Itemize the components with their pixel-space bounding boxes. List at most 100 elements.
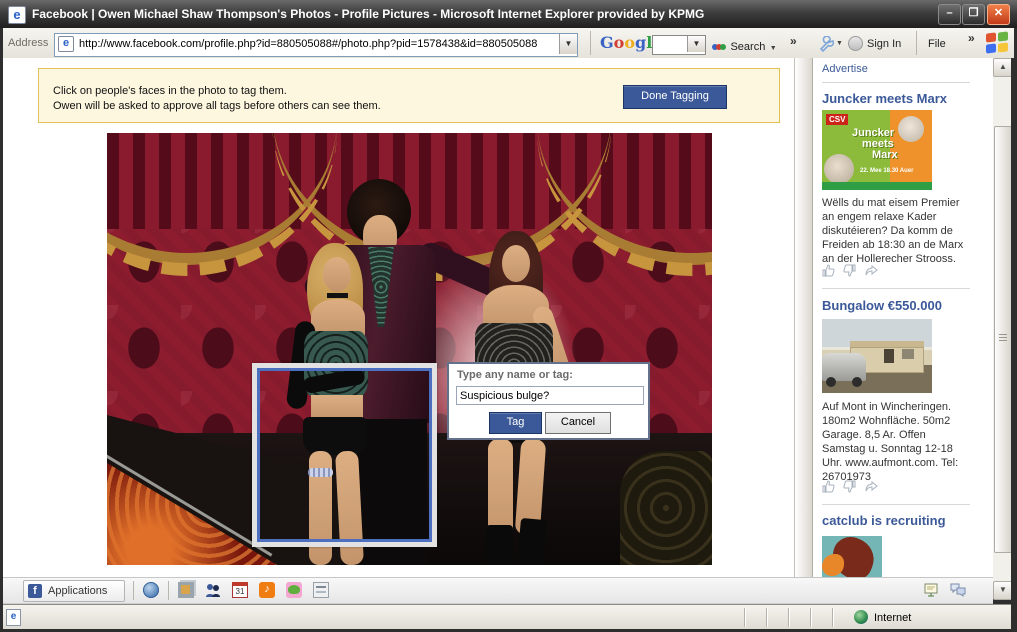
- close-button[interactable]: ✕: [987, 4, 1010, 25]
- address-dropdown-icon[interactable]: ▼: [559, 34, 577, 54]
- window-border: [1011, 58, 1014, 629]
- thumb-up-icon: [822, 480, 835, 493]
- facebook-logo-icon: f: [28, 584, 42, 598]
- events-calendar-icon[interactable]: 31: [232, 582, 248, 598]
- address-label: Address: [8, 37, 48, 49]
- sidebar-divider: [822, 82, 970, 83]
- advertise-link[interactable]: Advertise: [822, 63, 868, 75]
- chat-icon[interactable]: [949, 582, 965, 598]
- ie-logo-icon: e: [8, 6, 26, 24]
- status-separator: [744, 608, 746, 627]
- applications-label: Applications: [48, 585, 107, 597]
- menu-overflow-chevron[interactable]: »: [968, 31, 975, 45]
- google-letter: o: [624, 33, 635, 52]
- google-letter: o: [614, 33, 625, 52]
- title-bar: e Facebook | Owen Michael Shaw Thompson'…: [0, 0, 1017, 28]
- bookmarks-globe-icon[interactable]: [143, 582, 159, 598]
- photos-app-icon[interactable]: [178, 582, 194, 598]
- ad-title-juncker[interactable]: Juncker meets Marx: [822, 91, 947, 106]
- status-separator: [766, 608, 768, 627]
- window-border: [0, 28, 3, 632]
- ad-title-bungalow[interactable]: Bungalow €550.000: [822, 298, 942, 313]
- house-door: [884, 349, 894, 363]
- ad-image-catclub[interactable]: [822, 536, 882, 577]
- status-separator: [810, 608, 812, 627]
- whiteboard-app-icon[interactable]: [923, 582, 939, 598]
- right-woman-boot: [517, 518, 547, 565]
- document-icon: e: [6, 609, 21, 626]
- juncker-face: [824, 154, 854, 184]
- thumb-down-icon: [843, 480, 856, 493]
- scroll-down-button[interactable]: ▼: [993, 581, 1013, 600]
- address-input[interactable]: [77, 37, 557, 51]
- tag-button[interactable]: Tag: [489, 412, 542, 434]
- sidebar-divider: [822, 504, 970, 505]
- search-label: Search: [730, 41, 765, 53]
- notes-app-icon[interactable]: [313, 582, 329, 598]
- csv-logo: CSV: [826, 114, 848, 125]
- file-menu[interactable]: File: [928, 38, 946, 50]
- appbar-separator: [168, 581, 169, 600]
- toolbar-separator: [590, 31, 591, 55]
- internet-zone-label: Internet: [874, 612, 911, 624]
- left-woman-choker: [327, 293, 348, 298]
- tag-name-input[interactable]: [456, 386, 644, 405]
- done-tagging-button[interactable]: Done Tagging: [623, 85, 727, 109]
- tag-popup-label: Type any name or tag:: [457, 369, 573, 381]
- ad-image-bungalow[interactable]: [822, 319, 932, 393]
- google-search-button[interactable]: Search ▼: [712, 37, 777, 55]
- ad-feedback-icons[interactable]: [822, 264, 882, 282]
- scroll-up-button[interactable]: ▲: [993, 58, 1013, 77]
- vertical-scrollbar[interactable]: ▲ ▼: [993, 58, 1011, 598]
- ad-body-juncker: Wëlls du mat eisem Premier an engem rela…: [822, 196, 972, 266]
- ad-title-catclub[interactable]: catclub is recruiting: [822, 513, 946, 528]
- cancel-button[interactable]: Cancel: [545, 412, 611, 434]
- google-letter: g: [635, 33, 646, 52]
- truck-wheel: [826, 377, 836, 387]
- minimize-button[interactable]: –: [938, 4, 961, 25]
- sign-in-button[interactable]: Sign In: [867, 38, 901, 50]
- status-bar: e Internet: [0, 604, 1017, 630]
- right-woman-boot: [486, 525, 513, 565]
- music-app-icon[interactable]: ♪: [259, 582, 275, 598]
- tagging-instructions: Click on people's faces in the photo to …: [53, 84, 381, 114]
- tagging-line-1: Click on people's faces in the photo to …: [53, 84, 381, 99]
- tagging-line-2: Owen will be asked to approve all tags b…: [53, 99, 381, 114]
- ad-image-juncker[interactable]: CSV Juncker meets Marx 22. Mee 18.30 Aue…: [822, 110, 932, 190]
- address-bar[interactable]: e ▼: [54, 33, 578, 57]
- status-separator: [788, 608, 790, 627]
- ad-image-date: 22. Mee 18.30 Auer: [860, 168, 913, 174]
- appbar-separator: [133, 581, 134, 600]
- applications-bar: f Applications 31 ♪: [3, 577, 993, 604]
- house-window: [902, 349, 914, 359]
- sidebar-divider: [822, 288, 970, 289]
- share-icon: [865, 264, 878, 277]
- tagging-banner: Click on people's faces in the photo to …: [38, 68, 780, 123]
- google-search-input[interactable]: ▼: [652, 35, 706, 55]
- tag-popup: Type any name or tag: Tag Cancel: [447, 362, 650, 440]
- toolbar-overflow-chevron[interactable]: »: [790, 34, 797, 48]
- wrench-icon[interactable]: ▼: [818, 36, 834, 57]
- scrollbar-thumb[interactable]: [994, 126, 1012, 553]
- share-icon: [865, 480, 878, 493]
- pet-app-icon[interactable]: [286, 582, 302, 598]
- search-history-dropdown-icon[interactable]: ▼: [687, 36, 705, 52]
- ad-body-bungalow: Auf Mont in Wincheringen. 180m2 Wohnfläc…: [822, 400, 972, 484]
- internet-zone-globe-icon: [854, 610, 868, 624]
- sign-in-icon: [848, 36, 863, 51]
- tag-selection-box: [252, 363, 437, 547]
- google-letter: G: [600, 33, 614, 52]
- right-woman-face: [502, 245, 530, 282]
- truck-wheel: [852, 377, 862, 387]
- photo-couch: [620, 451, 712, 565]
- frame-divider: [794, 58, 813, 577]
- window-title: Facebook | Owen Michael Shaw Thompson's …: [32, 7, 704, 21]
- groups-app-icon[interactable]: [205, 582, 221, 598]
- maximize-button[interactable]: ❐: [962, 4, 985, 25]
- applications-button[interactable]: f Applications: [23, 580, 125, 602]
- ad-feedback-icons[interactable]: [822, 480, 882, 498]
- left-woman-face: [323, 257, 351, 292]
- marx-face: [898, 116, 924, 142]
- thumb-down-icon: [843, 264, 856, 277]
- ad-image-footer: [822, 182, 932, 190]
